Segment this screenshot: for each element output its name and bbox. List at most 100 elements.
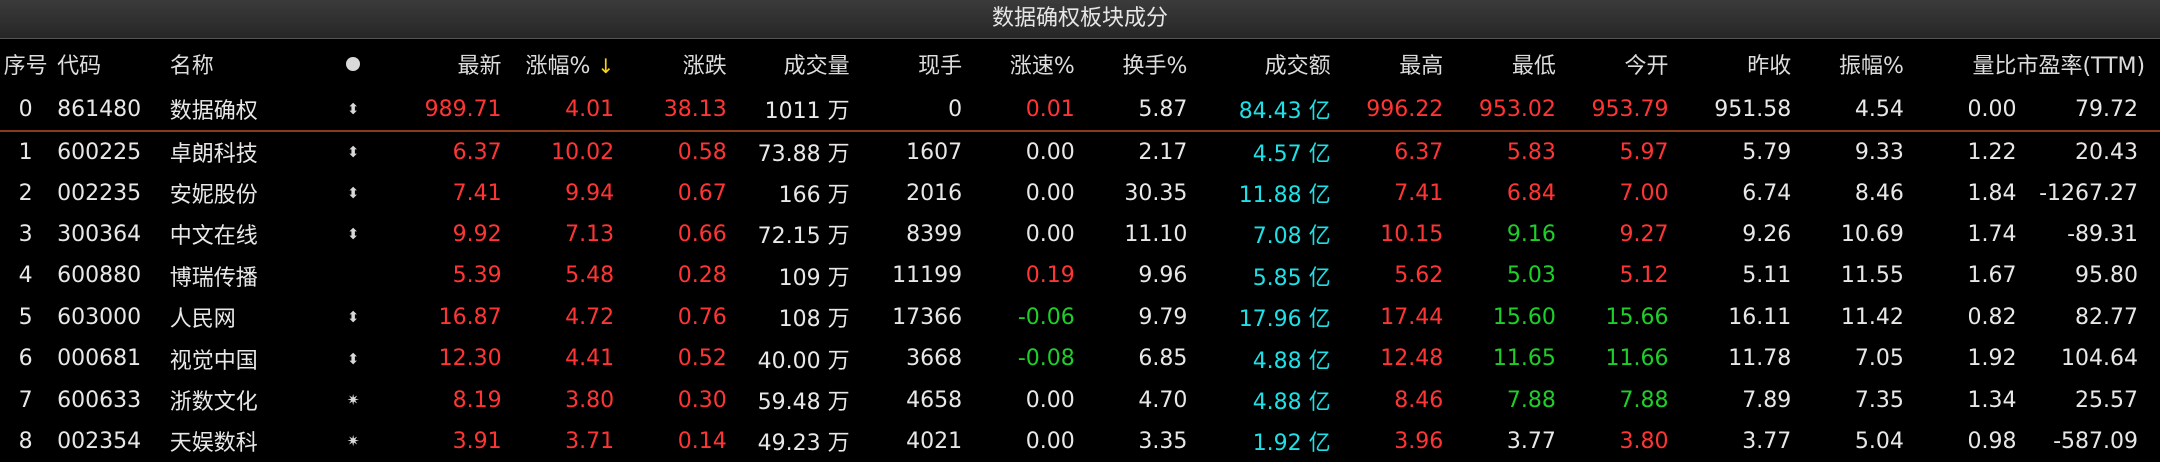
cell-volume: 72.15 万 [757, 224, 850, 250]
table-row[interactable]: 6 000681 视觉中国 ⬍ 12.30 4.41 0.52 40.00 万 3668 -0.0… [0, 338, 2160, 379]
star-burst-icon: ✷ [346, 391, 360, 410]
cell-high: 17.44 [1380, 304, 1444, 330]
cell-seq: 7 [18, 387, 33, 413]
cell-turnover: 9.79 [1138, 304, 1188, 330]
cell-code: 000681 [57, 346, 142, 372]
col-header-high[interactable]: 最高 [1331, 39, 1443, 88]
cell-pe: -89.31 [2067, 221, 2138, 247]
cell-amount: 4.88 亿 [1252, 390, 1331, 416]
cell-code: 600633 [57, 387, 142, 413]
col-header-pct[interactable]: 涨幅% ↓ [502, 39, 614, 88]
col-header-seq[interactable]: 序号 [0, 39, 51, 88]
cell-amplitude: 5.04 [1854, 428, 1904, 454]
cell-open: 15.66 [1605, 304, 1669, 330]
cell-change: 0.28 [677, 263, 727, 289]
cell-seq: 4 [18, 263, 33, 289]
cell-price: 8.19 [452, 387, 502, 413]
table-row[interactable]: 2 002235 安妮股份 ⬍ 7.41 9.94 0.67 166 万 2016 0.00 30.… [0, 172, 2160, 213]
cell-last-vol: 3668 [906, 346, 963, 372]
table-row[interactable]: 8 002354 天娱数科 ✷ 3.91 3.71 0.14 49.23 万 4021 0.00 3… [0, 421, 2160, 462]
cell-amplitude: 7.05 [1854, 346, 1904, 372]
cell-vol-ratio: 1.67 [1967, 263, 2017, 289]
cell-price: 3.91 [452, 428, 502, 454]
col-header-amount[interactable]: 成交额 [1187, 39, 1331, 88]
col-header-open[interactable]: 今开 [1556, 39, 1668, 88]
cell-turnover: 6.85 [1138, 346, 1188, 372]
cell-vol-ratio: 1.74 [1967, 221, 2017, 247]
cell-volume: 109 万 [778, 265, 850, 291]
cell-open: 9.27 [1619, 221, 1669, 247]
cell-code: 600880 [57, 263, 142, 289]
cell-price: 5.39 [452, 263, 502, 289]
cell-last-vol: 8399 [906, 221, 963, 247]
cell-volume: 49.23 万 [757, 431, 850, 457]
cell-pct: 4.01 [501, 88, 615, 132]
col-header-turnover[interactable]: 换手% [1075, 39, 1187, 88]
table-row[interactable]: 7 600633 浙数文化 ✷ 8.19 3.80 0.30 59.48 万 4658 0.00 4… [0, 379, 2160, 420]
cell-prev-close: 3.77 [1742, 428, 1792, 454]
cell-change: 0.67 [677, 180, 727, 206]
cell-seq: 5 [18, 304, 33, 330]
cell-pe: 79.72 [2016, 88, 2160, 132]
cell-last-vol: 11199 [892, 263, 963, 289]
quote-rows: 0 861480 数据确权 ⬍ 989.71 4.01 38.13 1011 万 0 0.01 5.… [0, 88, 2160, 462]
cell-high: 5.62 [1394, 263, 1444, 289]
col-header-prev-close[interactable]: 昨收 [1668, 39, 1791, 88]
cell-code: 300364 [57, 221, 142, 247]
table-row[interactable]: 5 603000 人民网 ⬍ 16.87 4.72 0.76 108 万 17366 -0.06 9… [0, 297, 2160, 338]
cell-amount: 17.96 亿 [1238, 307, 1331, 333]
col-header-speed[interactable]: 涨速% [962, 39, 1075, 88]
cell-pct: 3.71 [565, 428, 615, 454]
cell-price: 7.41 [452, 180, 502, 206]
col-header-pe[interactable]: 市盈率(TTM) [2016, 39, 2160, 88]
table-row[interactable]: 4 600880 博瑞传播 5.39 5.48 0.28 109 万 11199 0.19 9.9… [0, 255, 2160, 296]
col-header-volume[interactable]: 成交量 [727, 39, 850, 88]
cell-prev-close: 7.89 [1742, 387, 1792, 413]
cell-open: 7.00 [1619, 180, 1669, 206]
cell-vol-ratio: 1.34 [1967, 387, 2017, 413]
col-header-flag[interactable] [317, 39, 389, 88]
cell-open: 7.88 [1619, 387, 1669, 413]
cell-amount: 4.88 亿 [1252, 348, 1331, 374]
cell-pe: 82.77 [2075, 304, 2138, 330]
cell-pct: 9.94 [565, 180, 615, 206]
cell-seq: 3 [18, 221, 33, 247]
cell-open: 11.66 [1605, 346, 1669, 372]
cell-name: 博瑞传播 [169, 265, 258, 291]
table-row[interactable]: 3 300364 中文在线 ⬍ 9.92 7.13 0.66 72.15 万 8399 0.00 1… [0, 214, 2160, 255]
col-header-change[interactable]: 涨跌 [614, 39, 727, 88]
table-row[interactable]: 0 861480 数据确权 ⬍ 989.71 4.01 38.13 1011 万 0 0.01 5.… [0, 88, 2160, 132]
cell-low: 15.60 [1492, 304, 1556, 330]
col-header-price[interactable]: 最新 [389, 39, 502, 88]
col-header-amplitude[interactable]: 振幅% [1791, 39, 1904, 88]
cell-vol-ratio: 1.22 [1967, 139, 2017, 165]
col-header-code[interactable]: 代码 [51, 39, 164, 88]
cell-seq: 6 [18, 346, 33, 372]
cell-last-vol: 4021 [906, 428, 963, 454]
cell-amount: 11.88 亿 [1238, 183, 1331, 209]
updown-arrow-icon: ⬍ [346, 349, 360, 368]
cell-name: 安妮股份 [169, 183, 258, 209]
cell-high: 12.48 [1380, 346, 1444, 372]
cell-price: 16.87 [438, 304, 502, 330]
cell-prev-close: 16.11 [1728, 304, 1792, 330]
col-header-vol-ratio[interactable]: 量比 [1904, 39, 2016, 88]
col-header-name[interactable]: 名称 [164, 39, 318, 88]
updown-arrow-icon: ⬍ [317, 88, 389, 132]
cell-amount: 7.08 亿 [1252, 224, 1331, 250]
cell-volume: 166 万 [778, 183, 850, 209]
star-burst-icon: ✷ [346, 432, 360, 451]
cell-name: 数据确权 [163, 88, 318, 132]
cell-low: 7.88 [1506, 387, 1556, 413]
cell-seq: 8 [18, 428, 33, 454]
col-header-last-vol[interactable]: 现手 [850, 39, 962, 88]
cell-speed: 0.00 [1025, 139, 1075, 165]
table-row[interactable]: 1 600225 卓朗科技 ⬍ 6.37 10.02 0.58 73.88 万 1607 0.00… [0, 131, 2160, 172]
cell-low: 9.16 [1506, 221, 1556, 247]
cell-low: 3.77 [1506, 428, 1556, 454]
cell-amplitude: 7.35 [1854, 387, 1904, 413]
col-header-low[interactable]: 最低 [1443, 39, 1556, 88]
cell-turnover: 11.10 [1124, 221, 1188, 247]
cell-speed: 0.00 [1025, 221, 1075, 247]
cell-change: 38.13 [614, 88, 727, 132]
